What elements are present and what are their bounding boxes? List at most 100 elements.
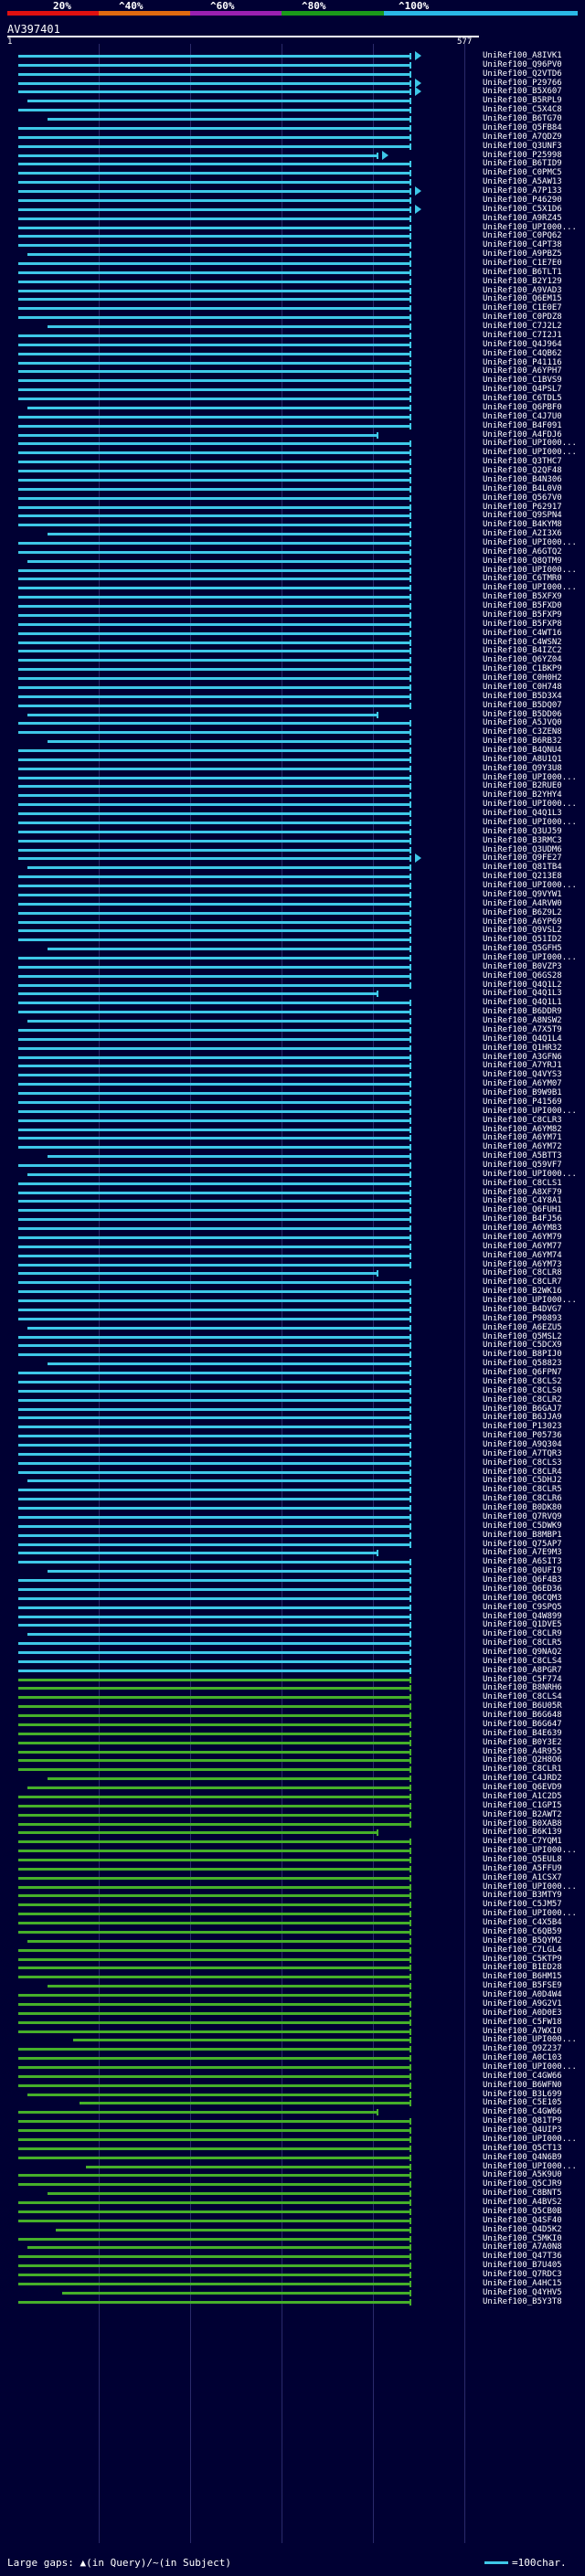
- hit-label[interactable]: UniRef100_P62917: [483, 503, 562, 512]
- hit-row[interactable]: UniRef100_Q4Q1L4: [0, 1034, 585, 1044]
- alignment-line[interactable]: [18, 163, 410, 166]
- alignment-line[interactable]: [18, 1452, 410, 1456]
- alignment-line[interactable]: [18, 938, 410, 942]
- hit-row[interactable]: UniRef100_B0DK80: [0, 1503, 585, 1512]
- hit-row[interactable]: UniRef100_A6SIT3: [0, 1557, 585, 1566]
- hit-label[interactable]: UniRef100_A7X5T9: [483, 1025, 562, 1034]
- hit-label[interactable]: UniRef100_C8CLR9: [483, 1629, 562, 1638]
- hit-label[interactable]: UniRef100_B4DVG7: [483, 1305, 562, 1314]
- hit-label[interactable]: UniRef100_Q9VYW1: [483, 890, 562, 899]
- hit-label[interactable]: UniRef100_B7U405: [483, 2261, 562, 2270]
- hit-row[interactable]: UniRef100_B6GAJ7: [0, 1405, 585, 1414]
- hit-row[interactable]: UniRef100_UPI000...: [0, 566, 585, 575]
- hit-row[interactable]: UniRef100_UPI000...: [0, 538, 585, 547]
- hit-label[interactable]: UniRef100_Q9FE27: [483, 853, 562, 863]
- hit-row[interactable]: UniRef100_UPI000...: [0, 1882, 585, 1892]
- hit-label[interactable]: UniRef100_Q5FB84: [483, 123, 562, 133]
- alignment-line[interactable]: [18, 1596, 410, 1600]
- hit-row[interactable]: UniRef100_C6TDL5: [0, 394, 585, 403]
- hit-label[interactable]: UniRef100_C1GPI5: [483, 1801, 562, 1810]
- hit-label[interactable]: UniRef100_C7J2L2: [483, 322, 562, 331]
- hit-row[interactable]: UniRef100_B6TG70: [0, 114, 585, 123]
- hit-label[interactable]: UniRef100_P13023: [483, 1422, 562, 1431]
- hit-label[interactable]: UniRef100_C0H0H2: [483, 673, 562, 683]
- hit-label[interactable]: UniRef100_Q3UDM6: [483, 845, 562, 854]
- hit-label[interactable]: UniRef100_A8NSW2: [483, 1016, 562, 1025]
- hit-label[interactable]: UniRef100_C0H748: [483, 683, 562, 692]
- alignment-line[interactable]: [18, 2057, 410, 2061]
- hit-row[interactable]: UniRef100_C6TMR0: [0, 574, 585, 583]
- alignment-line[interactable]: [18, 361, 410, 365]
- alignment-line[interactable]: [18, 307, 410, 311]
- alignment-line[interactable]: [18, 1227, 410, 1231]
- hit-row[interactable]: UniRef100_C8CLR4: [0, 1468, 585, 1477]
- alignment-line[interactable]: [27, 1479, 410, 1483]
- hit-row[interactable]: UniRef100_Q1DVE5: [0, 1620, 585, 1629]
- hit-label[interactable]: UniRef100_Q6FPN7: [483, 1368, 562, 1377]
- hit-label[interactable]: UniRef100_Q8QTM9: [483, 557, 562, 566]
- alignment-line[interactable]: [18, 1642, 410, 1646]
- alignment-line[interactable]: [18, 172, 410, 175]
- hit-label[interactable]: UniRef100_A8PGR7: [483, 1666, 562, 1675]
- hit-row[interactable]: UniRef100_C5DCX9: [0, 1341, 585, 1350]
- hit-label[interactable]: UniRef100_A4RVW0: [483, 899, 562, 908]
- alignment-line[interactable]: [18, 1245, 410, 1248]
- alignment-line[interactable]: [18, 1913, 410, 1916]
- alignment-line[interactable]: [18, 1055, 410, 1059]
- alignment-line[interactable]: [18, 1542, 410, 1546]
- alignment-line[interactable]: [18, 379, 410, 383]
- hit-row[interactable]: UniRef100_C8CLS1: [0, 1179, 585, 1188]
- hit-label[interactable]: UniRef100_C8CLR5: [483, 1638, 562, 1648]
- hit-label[interactable]: UniRef100_A5JVQ0: [483, 718, 562, 727]
- hit-row[interactable]: UniRef100_C4QB62: [0, 349, 585, 358]
- hit-label[interactable]: UniRef100_A6YM72: [483, 1142, 562, 1151]
- hit-label[interactable]: UniRef100_A9PBZ5: [483, 249, 562, 259]
- hit-label[interactable]: UniRef100_Q47T36: [483, 2252, 562, 2261]
- alignment-line[interactable]: [18, 144, 410, 148]
- hit-row[interactable]: UniRef100_P13023: [0, 1422, 585, 1431]
- alignment-line[interactable]: [18, 1317, 410, 1320]
- alignment-line[interactable]: [18, 1723, 410, 1726]
- alignment-line[interactable]: [18, 2066, 410, 2069]
- alignment-line[interactable]: [18, 496, 410, 500]
- hit-label[interactable]: UniRef100_C4WSN2: [483, 638, 562, 647]
- hit-row[interactable]: UniRef100_B5RPL9: [0, 96, 585, 105]
- hit-label[interactable]: UniRef100_A8IVK1: [483, 51, 562, 60]
- alignment-line[interactable]: [18, 1732, 410, 1735]
- hit-label[interactable]: UniRef100_B3RMC3: [483, 836, 562, 845]
- hit-row[interactable]: UniRef100_A2I3X6: [0, 529, 585, 538]
- alignment-line[interactable]: [18, 1795, 410, 1798]
- alignment-line[interactable]: [18, 1948, 410, 1952]
- hit-label[interactable]: UniRef100_A6YM83: [483, 1224, 562, 1233]
- hit-label[interactable]: UniRef100_Q5EUL8: [483, 1855, 562, 1864]
- alignment-line[interactable]: [18, 1859, 410, 1861]
- hit-label[interactable]: UniRef100_B5X607: [483, 87, 562, 96]
- hit-label[interactable]: UniRef100_C0PMC5: [483, 168, 562, 177]
- hit-label[interactable]: UniRef100_C8CLR2: [483, 1395, 562, 1405]
- hit-row[interactable]: UniRef100_C7YQM1: [0, 1837, 585, 1846]
- hit-row[interactable]: UniRef100_B5D3X4: [0, 692, 585, 701]
- alignment-line[interactable]: [18, 1524, 410, 1528]
- alignment-line[interactable]: [18, 109, 410, 112]
- hit-label[interactable]: UniRef100_UPI000...: [483, 2162, 577, 2171]
- hit-row[interactable]: UniRef100_A7WXI0: [0, 2027, 585, 2036]
- hit-label[interactable]: UniRef100_Q4W899: [483, 1612, 562, 1621]
- hit-label[interactable]: UniRef100_Q3UNF3: [483, 142, 562, 151]
- hit-label[interactable]: UniRef100_B6TG70: [483, 114, 562, 123]
- hit-label[interactable]: UniRef100_Q51ID2: [483, 935, 562, 944]
- hit-label[interactable]: UniRef100_UPI000...: [483, 448, 577, 457]
- hit-row[interactable]: UniRef100_C0PMC5: [0, 168, 585, 177]
- hit-label[interactable]: UniRef100_Q4YHV5: [483, 2288, 562, 2297]
- hit-row[interactable]: UniRef100_Q9VSL2: [0, 926, 585, 935]
- hit-label[interactable]: UniRef100_C8CLS2: [483, 1377, 562, 1386]
- hit-label[interactable]: UniRef100_Q6EVD9: [483, 1783, 562, 1792]
- hit-label[interactable]: UniRef100_C5FW18: [483, 2018, 562, 2027]
- hit-row[interactable]: UniRef100_Q9VYW1: [0, 890, 585, 899]
- hit-row[interactable]: UniRef100_B4KYM8: [0, 520, 585, 529]
- hit-label[interactable]: UniRef100_C5E105: [483, 2098, 562, 2107]
- alignment-line[interactable]: [80, 2102, 410, 2105]
- hit-label[interactable]: UniRef100_Q9VSL2: [483, 926, 562, 935]
- hit-label[interactable]: UniRef100_A5K9U0: [483, 2170, 562, 2179]
- alignment-line[interactable]: [18, 1659, 410, 1663]
- alignment-line[interactable]: [18, 748, 410, 752]
